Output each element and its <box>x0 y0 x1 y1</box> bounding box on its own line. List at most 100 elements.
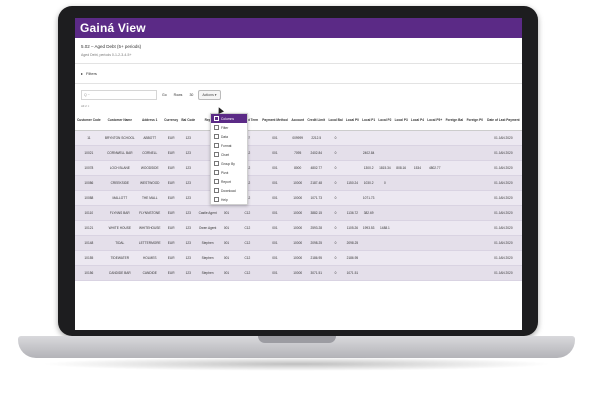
table-cell: 001 <box>260 220 290 236</box>
column-header[interactable]: Currency <box>162 110 180 131</box>
table-cell: 2186.95 <box>305 250 327 266</box>
table-cell: 10110 <box>75 205 103 221</box>
table-cell: EUR <box>162 205 180 221</box>
menu-item-columns[interactable]: Columns <box>211 114 247 123</box>
table-row[interactable]: 10155 TIDEWATER HOLMES EUR 123 Stephen 001 C12 0… <box>75 250 522 266</box>
breadcrumb: All 2 × <box>81 104 90 108</box>
column-header[interactable]: Payment Method <box>260 110 290 131</box>
table-cell <box>443 235 465 251</box>
table-cell: 123 <box>179 130 197 146</box>
menu-item-filter[interactable]: Filter <box>211 123 247 132</box>
table-cell <box>464 235 485 251</box>
column-header[interactable]: Date of Last Payment <box>484 110 522 131</box>
table-cell: 001 <box>218 250 235 266</box>
table-cell: 10000 <box>289 220 306 236</box>
table-cell: WHITEHOUSE <box>136 220 163 236</box>
column-header[interactable]: Customer Code <box>75 110 103 131</box>
go-button[interactable]: Go <box>160 91 169 99</box>
menu-item-label: Pivot <box>221 170 229 175</box>
menu-item-download[interactable]: Download <box>211 186 247 195</box>
chevron-down-icon: ▾ <box>213 93 217 97</box>
menu-item-help[interactable]: Help <box>211 195 247 204</box>
table-cell: 2098.25 <box>305 235 327 251</box>
column-header[interactable]: Foreign P0 <box>464 110 485 131</box>
menu-item-format[interactable]: Format <box>211 141 247 150</box>
column-header[interactable]: Local P2 <box>376 110 394 131</box>
menu-item-pivot[interactable]: Pivot <box>211 168 247 177</box>
column-header[interactable]: Account <box>289 110 306 131</box>
table-cell <box>376 145 394 161</box>
table-cell: 0 <box>326 250 345 266</box>
table-row[interactable]: 10110 FLYNNS BAR FLYNNSTONE EUR 123 Castle Ag… <box>75 205 522 221</box>
menu-item-group-by[interactable]: Group By <box>211 159 247 168</box>
table-cell: CORNELL <box>136 145 163 161</box>
menu-item-chart[interactable]: Chart <box>211 150 247 159</box>
search-input[interactable]: Q ~ <box>81 90 157 100</box>
table-cell <box>464 205 485 221</box>
app-header: Gainá View <box>75 18 522 38</box>
table-row[interactable]: 10021CORNWELL BARCORNELLEUR123001C120017… <box>75 145 522 161</box>
table-cell <box>393 190 410 206</box>
column-header[interactable]: Local P0 <box>344 110 361 131</box>
table-cell: 01 JAN 2020 <box>484 265 522 281</box>
table-cell <box>376 235 394 251</box>
table-cell: 123 <box>179 220 197 236</box>
table-cell <box>393 250 410 266</box>
table-row[interactable]: 10148 TIDAL LETTERMORE EUR 123 Stephen 001 C12 0… <box>75 235 522 251</box>
table-cell: C12 <box>234 205 261 221</box>
table-cell <box>464 175 485 191</box>
chevron-right-icon: ▸ <box>81 71 84 76</box>
table-cell: C12 <box>234 220 261 236</box>
table-cell: C12 <box>234 250 261 266</box>
column-header[interactable]: Bal Code <box>179 110 197 131</box>
table-cell: WHITE HOUSE <box>102 220 137 236</box>
menu-item-data[interactable]: Data <box>211 132 247 141</box>
table-cell <box>443 220 465 236</box>
table-cell: 1030.2 <box>360 175 377 191</box>
table-cell: THE MALL <box>136 190 163 206</box>
table-cell: LOCH BLANE <box>102 160 137 176</box>
download-icon <box>214 188 219 193</box>
table-cell: 2402.84 <box>360 145 377 161</box>
rows-select[interactable]: 30 <box>187 91 195 99</box>
table-cell: EUR <box>162 235 180 251</box>
column-header[interactable]: Credit Limit <box>305 110 327 131</box>
pivot-icon <box>214 170 219 175</box>
column-header[interactable]: Local P5+ <box>425 110 444 131</box>
actions-button[interactable]: Actions ▾ <box>198 90 221 100</box>
table-row[interactable]: 10121 WHITE HOUSE WHITEHOUSE EUR 123 Owen Age… <box>75 220 522 236</box>
filters-toggle[interactable]: ▸ Filters <box>75 68 522 79</box>
table-cell: 1300.2 <box>360 160 377 176</box>
table-row[interactable]: 10086CREEKSIDEWESTWOODEUR123001C12001100… <box>75 175 522 191</box>
column-header[interactable]: Local P3 <box>393 110 410 131</box>
table-cell <box>464 190 485 206</box>
column-header[interactable]: Customer Name <box>102 110 137 131</box>
table-cell: 123 <box>179 250 197 266</box>
table-cell <box>376 130 394 146</box>
table-cell <box>464 130 485 146</box>
column-header[interactable]: Address 1 <box>136 110 163 131</box>
table-cell <box>409 145 426 161</box>
column-header[interactable]: Local Bal <box>326 110 345 131</box>
table-cell: 10000 <box>289 265 306 281</box>
table-cell: 10021 <box>75 145 103 161</box>
table-cell: 001 <box>260 205 290 221</box>
table-cell: 382.69 <box>360 205 377 221</box>
column-header[interactable]: Local P4 <box>409 110 426 131</box>
table-row[interactable]: 10088MALLOTTTHE MALLEUR123001C1200110000… <box>75 190 522 206</box>
table-row[interactable]: 10156 CANDIDE BAR CANDIDE EUR 123 Stephen 001 C… <box>75 265 522 281</box>
menu-item-report[interactable]: Report <box>211 177 247 186</box>
table-row[interactable]: 11BRYNTON SCHOOLABBOTTEUR123001007001009… <box>75 130 522 146</box>
column-header[interactable]: Local P1 <box>360 110 377 131</box>
table-cell: 10086 <box>75 175 103 191</box>
column-header[interactable]: Foreign Bal <box>443 110 465 131</box>
table-cell: 01 JAN 2020 <box>484 250 522 266</box>
table-cell: ABBOTT <box>136 130 163 146</box>
laptop-notch <box>258 336 336 343</box>
table-cell: C12 <box>234 265 261 281</box>
app-brand[interactable]: Gainá View <box>80 21 146 35</box>
table-cell: 1815.34 <box>376 160 394 176</box>
table-row[interactable]: 10078LOCH BLANEWOODSIDEEUR123001C1200180… <box>75 160 522 176</box>
chart-icon <box>214 152 219 157</box>
table-cell <box>409 205 426 221</box>
